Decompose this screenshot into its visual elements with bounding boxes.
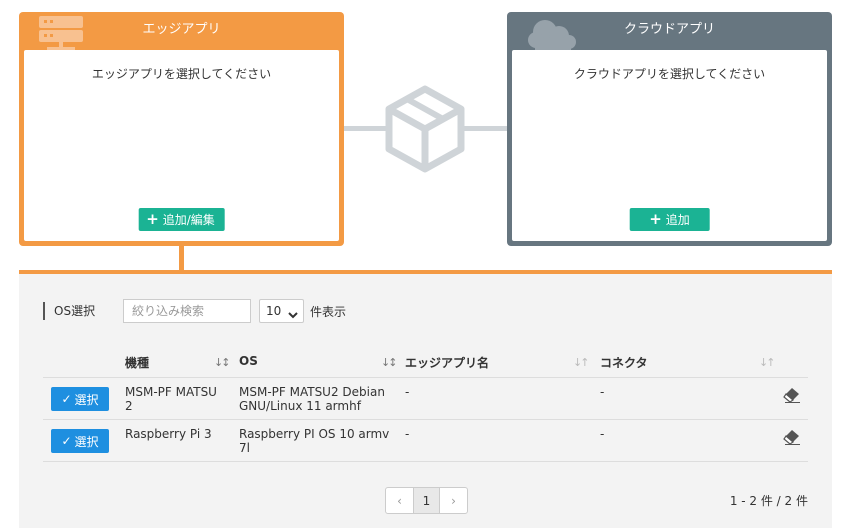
cloud-add-label: 追加 — [665, 213, 690, 227]
edge-connector-line — [179, 246, 184, 270]
prev-page-button[interactable]: ‹ — [386, 488, 413, 513]
cell-os: Raspberry PI OS 10 armv 7l — [239, 427, 390, 455]
edge-add-edit-button[interactable]: + 追加/編集 — [138, 208, 225, 231]
filter-search-input[interactable] — [123, 299, 251, 323]
pagination: ‹ 1 › — [385, 487, 468, 514]
select-label: 選択 — [74, 392, 99, 407]
column-header-edge-app[interactable]: エッジアプリ名 — [405, 354, 489, 371]
eraser-icon[interactable] — [783, 387, 801, 406]
os-section-label: OS選択 — [43, 302, 95, 320]
edge-app-card: エッジアプリ エッジアプリを選択してください + 追加/編集 — [19, 12, 344, 246]
table-row: ✓ 選択 MSM-PF MATSU 2 MSM-PF MATSU2 Debian… — [43, 378, 808, 420]
edge-card-title: エッジアプリ — [142, 22, 221, 37]
sort-icon[interactable]: ↓↑ — [573, 356, 590, 369]
plus-icon: + — [649, 210, 662, 228]
cell-model: MSM-PF MATSU 2 — [125, 385, 217, 413]
table-header: 機種 ↓↕ OS ↓↕ エッジアプリ名 ↓↑ コネクタ ↓↑ — [43, 346, 808, 378]
cell-connector: - — [600, 385, 605, 399]
cell-edge-app: - — [405, 385, 410, 399]
sort-icon[interactable]: ↓↑ — [759, 356, 776, 369]
chevron-down-icon — [288, 308, 298, 322]
cell-model: Raspberry Pi 3 — [125, 427, 212, 441]
cloud-app-card: クラウドアプリ クラウドアプリを選択してください + 追加 — [507, 12, 832, 246]
edge-card-placeholder: エッジアプリを選択してください — [91, 67, 272, 81]
cloud-card-body: クラウドアプリを選択してください + 追加 — [512, 50, 827, 241]
check-icon: ✓ — [61, 392, 72, 406]
cell-connector: - — [600, 427, 605, 441]
next-page-button[interactable]: › — [440, 488, 467, 513]
select-button[interactable]: ✓ 選択 — [51, 429, 109, 453]
connector-line-left — [344, 126, 390, 131]
cell-os: MSM-PF MATSU2 Debian GNU/Linux 11 armhf — [239, 385, 385, 413]
column-header-model[interactable]: 機種 — [125, 354, 149, 371]
cloud-card-placeholder: クラウドアプリを選択してください — [573, 67, 766, 81]
edge-card-body: エッジアプリを選択してください + 追加/編集 — [24, 50, 339, 241]
cell-edge-app: - — [405, 427, 410, 441]
edge-card-header: エッジアプリ — [19, 12, 344, 50]
os-selection-panel: OS選択 10 件表示 機種 ↓↕ OS ↓↕ エッジアプリ名 ↓↑ コネクタ … — [19, 274, 832, 528]
select-button[interactable]: ✓ 選択 — [51, 387, 109, 411]
sort-icon[interactable]: ↓↕ — [381, 356, 398, 369]
cloud-card-title: クラウドアプリ — [623, 22, 715, 37]
check-icon: ✓ — [61, 434, 72, 448]
package-icon — [385, 85, 465, 176]
cloud-card-header: クラウドアプリ — [507, 12, 832, 50]
sort-icon[interactable]: ↓↕ — [214, 356, 231, 369]
plus-icon: + — [146, 210, 159, 228]
os-table: 機種 ↓↕ OS ↓↕ エッジアプリ名 ↓↑ コネクタ ↓↑ ✓ 選択 MSM-… — [43, 346, 808, 462]
column-header-connector[interactable]: コネクタ — [600, 354, 648, 371]
edge-add-edit-label: 追加/編集 — [162, 213, 215, 227]
eraser-icon[interactable] — [783, 429, 801, 448]
select-label: 選択 — [74, 434, 99, 449]
column-header-os[interactable]: OS — [239, 354, 258, 368]
page-size-suffix: 件表示 — [310, 305, 347, 319]
page-size-select[interactable]: 10 — [259, 299, 304, 323]
page-size-value: 10 — [266, 304, 282, 318]
cloud-add-button[interactable]: + 追加 — [629, 208, 710, 231]
connector-line-right — [460, 126, 507, 131]
table-row: ✓ 選択 Raspberry Pi 3 Raspberry PI OS 10 a… — [43, 420, 808, 462]
result-count: 1 - 2 件 / 2 件 — [729, 494, 808, 508]
page-1-button[interactable]: 1 — [413, 488, 440, 513]
